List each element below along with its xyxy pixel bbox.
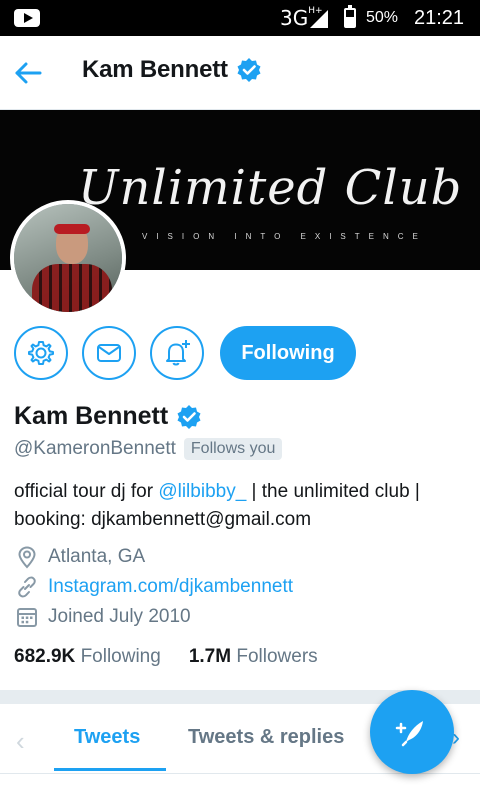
header-title: Kam Bennett — [82, 56, 228, 83]
bell-plus-icon — [166, 340, 190, 366]
calendar-icon — [14, 604, 40, 630]
avatar-photo-shirt — [32, 264, 112, 312]
location-row: Atlanta, GA — [14, 544, 145, 570]
avatar[interactable] — [10, 200, 126, 316]
website-link[interactable]: Instagram.com/djkambennett — [48, 576, 293, 598]
banner-brand: Unlimited Club — [78, 160, 463, 216]
profile-bio: official tour dj for @lilbibby_ | the un… — [14, 478, 470, 534]
bio-text: official tour dj for — [14, 481, 159, 502]
avatar-photo-bandana — [54, 224, 90, 234]
joined-text: Joined July 2010 — [48, 606, 191, 627]
profile-handle: @KameronBennett — [14, 438, 176, 459]
back-button[interactable] — [12, 56, 46, 90]
compose-tweet-button[interactable] — [370, 690, 454, 774]
feather-compose-icon — [395, 721, 423, 747]
followers-label: Followers — [236, 646, 318, 667]
clock: 21:21 — [414, 7, 465, 29]
message-button[interactable] — [82, 326, 136, 380]
following-count: 682.9K — [14, 646, 76, 667]
tab-tweets-replies[interactable]: Tweets & replies — [188, 726, 344, 749]
followers-stat[interactable]: 1.7M Followers — [189, 646, 318, 668]
follow-stats: 682.9K Following 1.7M Followers — [14, 646, 318, 668]
battery-percent: 50% — [366, 9, 399, 26]
verified-badge-icon — [237, 58, 261, 82]
location-text: Atlanta, GA — [48, 546, 146, 567]
settings-button[interactable] — [14, 326, 68, 380]
joined-row: Joined July 2010 — [14, 604, 191, 630]
follows-you-badge: Follows you — [183, 438, 283, 460]
youtube-notification-icon — [14, 9, 40, 27]
header-title-group: Kam Bennett — [82, 56, 262, 84]
following-stat[interactable]: 682.9K Following — [14, 646, 161, 668]
envelope-icon — [97, 344, 121, 362]
link-icon — [14, 574, 40, 600]
back-arrow-icon — [15, 62, 42, 84]
profile-name: Kam Bennett — [14, 402, 169, 430]
tab-tweets[interactable]: Tweets — [74, 726, 140, 749]
bio-mention-link[interactable]: @lilbibby_ — [158, 481, 246, 502]
banner-tagline: VISION INTO EXISTENCE — [142, 232, 427, 241]
verified-badge-icon — [177, 404, 201, 429]
gear-icon — [28, 341, 54, 365]
following-button[interactable]: Following — [220, 326, 356, 380]
profile-name-row: Kam Bennett — [14, 402, 202, 431]
notifications-button[interactable] — [150, 326, 204, 380]
battery-icon — [344, 5, 356, 28]
tab-scroll-left-icon[interactable]: ‹ — [16, 726, 25, 757]
handle-row: @KameronBennett Follows you — [14, 438, 283, 460]
followers-count: 1.7M — [188, 646, 232, 667]
following-label: Following — [80, 646, 161, 667]
website-row: Instagram.com/djkambennett — [14, 574, 293, 600]
signal-icon — [310, 10, 328, 28]
location-pin-icon — [14, 544, 40, 570]
top-bar: Kam Bennett — [0, 36, 480, 110]
active-tab-indicator — [54, 768, 166, 771]
status-bar: 3GH+ 50% 21:21 — [0, 0, 480, 36]
network-type: 3G — [280, 6, 309, 30]
